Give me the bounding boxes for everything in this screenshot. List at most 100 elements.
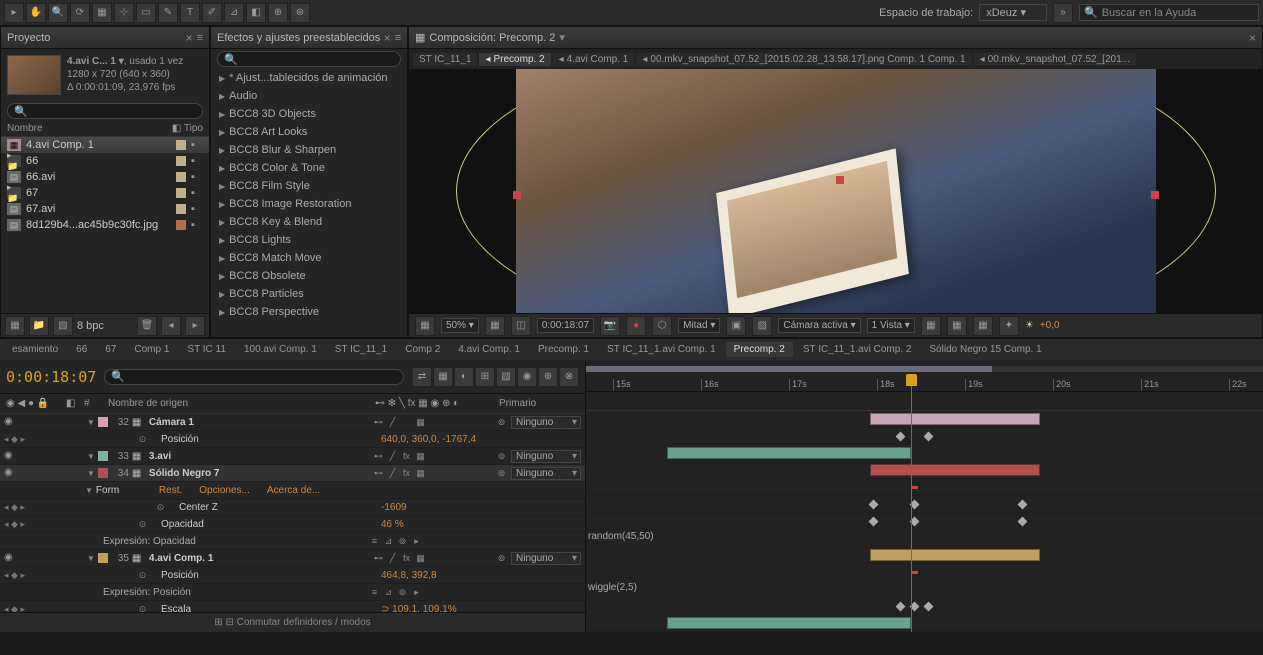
tl-opt-icon[interactable]: ⊗ [559, 367, 579, 387]
tl-opt-icon[interactable]: ⇄ [412, 367, 432, 387]
disclosure-icon[interactable]: ▼ [87, 418, 95, 427]
project-search[interactable]: 🔍 [7, 103, 203, 119]
label-swatch[interactable] [98, 451, 108, 461]
keyframe-diamond[interactable] [869, 500, 879, 510]
expr-pickwhip-icon[interactable]: ⊚ [396, 586, 409, 599]
property-row[interactable]: ◂ ◆ ▸⊙Posición464,8, 392,8 [0, 567, 585, 584]
keyframe-diamond[interactable] [1018, 517, 1028, 527]
project-list[interactable]: ▦4.avi Comp. 1▪▸📁66▪▤66.avi▪▸📁67▪▤67.avi… [1, 137, 209, 313]
keyframe-diamond[interactable] [923, 602, 933, 612]
layer-row[interactable]: ◉▼35▦4.avi Comp. 1⊷╱fx▦⊚Ninguno [0, 550, 585, 567]
stopwatch-icon[interactable]: ⊙ [136, 569, 149, 582]
views-select[interactable]: 1 Vista ▾ [867, 318, 915, 333]
eraser-tool[interactable]: ◧ [246, 3, 266, 23]
parent-dropdown[interactable]: Ninguno [511, 450, 581, 463]
grid-icon[interactable]: ▦ [485, 316, 505, 336]
layer-row[interactable]: ◉▼32▦Cámara 1⊷╱▦⊚Ninguno [0, 414, 585, 431]
text-tool[interactable]: T [180, 3, 200, 23]
effect-category[interactable]: ▶BCC8 Film Style [211, 177, 407, 195]
pickwhip-icon[interactable]: ⊚ [495, 416, 508, 429]
rotate-tool[interactable]: ⟳ [70, 3, 90, 23]
keyframe-nav[interactable]: ◂ ◆ ▸ [4, 434, 34, 445]
comp-flowchart-item[interactable]: ◂ 00.mkv_snapshot_07.52_[2015.02.28_13.5… [636, 53, 971, 66]
track-row[interactable] [586, 428, 1263, 445]
shape-tool[interactable]: ▭ [136, 3, 156, 23]
help-search[interactable]: 🔍 Buscar en la Ayuda [1079, 4, 1259, 21]
project-item[interactable]: ▸📁67▪ [1, 185, 209, 201]
property-row[interactable]: ◂ ◆ ▸⊙Escala⊃ 109,1, 109,1% [0, 601, 585, 612]
property-row[interactable]: Expresión: Opacidad≡⊿⊚▸ [0, 533, 585, 550]
effect-link[interactable]: Acerca de... [267, 485, 320, 496]
stopwatch-icon[interactable]: ⊙ [136, 433, 149, 446]
expr-toggle-icon[interactable]: ≡ [368, 586, 381, 599]
tracks[interactable]: random(45,50)wiggle(2,5) [586, 411, 1263, 632]
layer-bar[interactable] [870, 413, 1039, 425]
alpha-icon[interactable]: ▦ [415, 316, 435, 336]
project-item[interactable]: ▤66.avi▪ [1, 169, 209, 185]
panel-menu-icon[interactable]: ≡ [197, 32, 203, 44]
chevron-down-icon[interactable]: ▾ [559, 31, 565, 44]
effect-category[interactable]: ▶BCC8 Obsolete [211, 267, 407, 285]
col-parent[interactable]: Primario [499, 398, 579, 409]
timeline-tab[interactable]: Precomp. 2 [726, 342, 793, 357]
search-icon[interactable]: » [1053, 3, 1073, 23]
track-row[interactable] [586, 513, 1263, 530]
timeline-tab[interactable]: Sólido Negro 15 Comp. 1 [921, 342, 1049, 357]
comp-flowchart-item[interactable]: ◂ 00.mkv_snapshot_07.52_[201... [974, 53, 1136, 66]
stopwatch-icon[interactable]: ⊙ [136, 518, 149, 531]
project-panel-header[interactable]: Proyecto × ≡ [1, 27, 209, 49]
property-row[interactable]: ◂ ◆ ▸⊙Opacidad46 % [0, 516, 585, 533]
property-row[interactable]: ▼FormRest.Opciones...Acerca de... [0, 482, 585, 499]
effect-category[interactable]: ▶BCC8 Lights [211, 231, 407, 249]
cti-playhead[interactable] [906, 374, 917, 386]
composition-viewer[interactable] [409, 69, 1262, 313]
col-source-name[interactable]: Nombre de origen [108, 398, 371, 409]
keyframe-diamond[interactable] [896, 602, 906, 612]
timeline-tab[interactable]: 67 [97, 342, 124, 357]
label-swatch[interactable] [176, 204, 186, 214]
col-name[interactable]: Nombre [7, 123, 172, 134]
stopwatch-icon[interactable]: ⊙ [154, 501, 167, 514]
timeline-tab[interactable]: 66 [68, 342, 95, 357]
effect-link[interactable]: Rest. [159, 485, 182, 496]
effect-category[interactable]: ▶BCC8 Art Looks [211, 123, 407, 141]
current-time[interactable]: 0:00:18:07 [537, 318, 594, 333]
disclosure-icon[interactable]: ▼ [87, 452, 95, 461]
visibility-icon[interactable]: ◉ [4, 552, 16, 564]
project-item[interactable]: ▤8d129b4...ac45b9c30fc.jpg▪ [1, 217, 209, 233]
label-col-icon[interactable]: ◧ [66, 398, 80, 409]
property-value[interactable]: 640,0, 360,0, -1767,4 [381, 434, 581, 445]
parent-dropdown[interactable]: Ninguno [511, 416, 581, 429]
track-row[interactable] [586, 615, 1263, 632]
parent-dropdown[interactable]: Ninguno [511, 552, 581, 565]
next-icon[interactable]: ▸ [185, 316, 205, 336]
property-value[interactable]: 464,8, 392,8 [381, 570, 581, 581]
track-row[interactable] [586, 411, 1263, 428]
exposure-icon[interactable]: ☀ [1025, 320, 1034, 331]
layer-handle[interactable] [1151, 191, 1159, 199]
label-swatch[interactable] [98, 468, 108, 478]
pen-tool[interactable]: ✎ [158, 3, 178, 23]
brush-tool[interactable]: ✐ [202, 3, 222, 23]
switches-header[interactable]: ⊷ ✻ ╲ fx ▦ ◉ ⊕ ◐ [375, 398, 495, 409]
effects-list[interactable]: ▶* Ajust...tablecidos de animación▶Audio… [211, 69, 407, 337]
channel-icon[interactable]: ⬡ [652, 316, 672, 336]
tl-opt-icon[interactable]: ▦ [433, 367, 453, 387]
comp-flowchart-item[interactable]: ◂ Precomp. 2 [479, 53, 550, 66]
current-time-indicator[interactable] [911, 374, 912, 632]
label-swatch[interactable] [98, 553, 108, 563]
effect-category[interactable]: ▶BCC8 Match Move [211, 249, 407, 267]
timeline-tab[interactable]: 100.avi Comp. 1 [236, 342, 325, 357]
timeline-tab[interactable]: ST IC 11 [179, 342, 234, 357]
project-item[interactable]: ▤67.avi▪ [1, 201, 209, 217]
comp-flowchart-item[interactable]: ST IC_11_1 [413, 53, 477, 66]
expr-menu-icon[interactable]: ▸ [410, 535, 423, 548]
property-row[interactable]: Expresión: Posición≡⊿⊚▸ [0, 584, 585, 601]
timeline-tab[interactable]: ST IC_11_1 [327, 342, 395, 357]
workspace-select[interactable]: xDeuz ▾ [979, 4, 1047, 21]
track-row[interactable]: random(45,50) [586, 530, 1263, 547]
close-icon[interactable]: × [384, 31, 391, 45]
tl-opt-icon[interactable]: ◐ [454, 367, 474, 387]
timecode-display[interactable]: 0:00:18:07 [6, 368, 96, 386]
label-swatch[interactable] [176, 156, 186, 166]
